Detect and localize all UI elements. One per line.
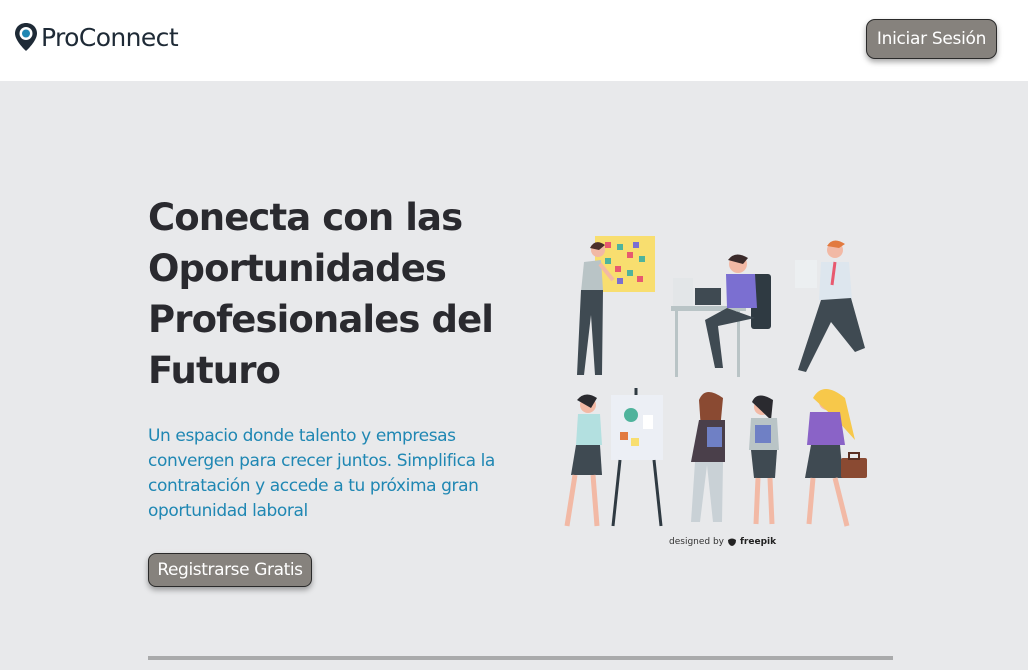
brand-logo[interactable]: ProConnect (14, 22, 179, 52)
person-board-figure (577, 236, 655, 375)
hero-subtitle: Un espacio donde talento y empresas conv… (148, 426, 495, 521)
person-presenting-figure (564, 388, 663, 527)
person-briefcase-figure (805, 389, 867, 527)
person-laptop-figure (671, 254, 771, 377)
site-header: ProConnect Iniciar Sesión (0, 0, 1028, 81)
freepik-logo-icon (728, 538, 737, 546)
credit-brand: freepik (740, 537, 777, 547)
section-divider (148, 656, 893, 660)
brand-name: ProConnect (41, 22, 179, 52)
image-credit: designed by freepik (669, 537, 776, 547)
team-illustration (564, 236, 867, 527)
login-button[interactable]: Iniciar Sesión (866, 19, 997, 59)
register-button[interactable]: Registrarse Gratis (148, 553, 312, 587)
credit-prefix: designed by (669, 537, 725, 547)
person-pair-figure (691, 391, 779, 525)
person-running-figure (795, 240, 865, 372)
hero-title: Conecta con las Oportunidades Profesiona… (148, 196, 494, 392)
location-pin-icon (15, 23, 37, 51)
